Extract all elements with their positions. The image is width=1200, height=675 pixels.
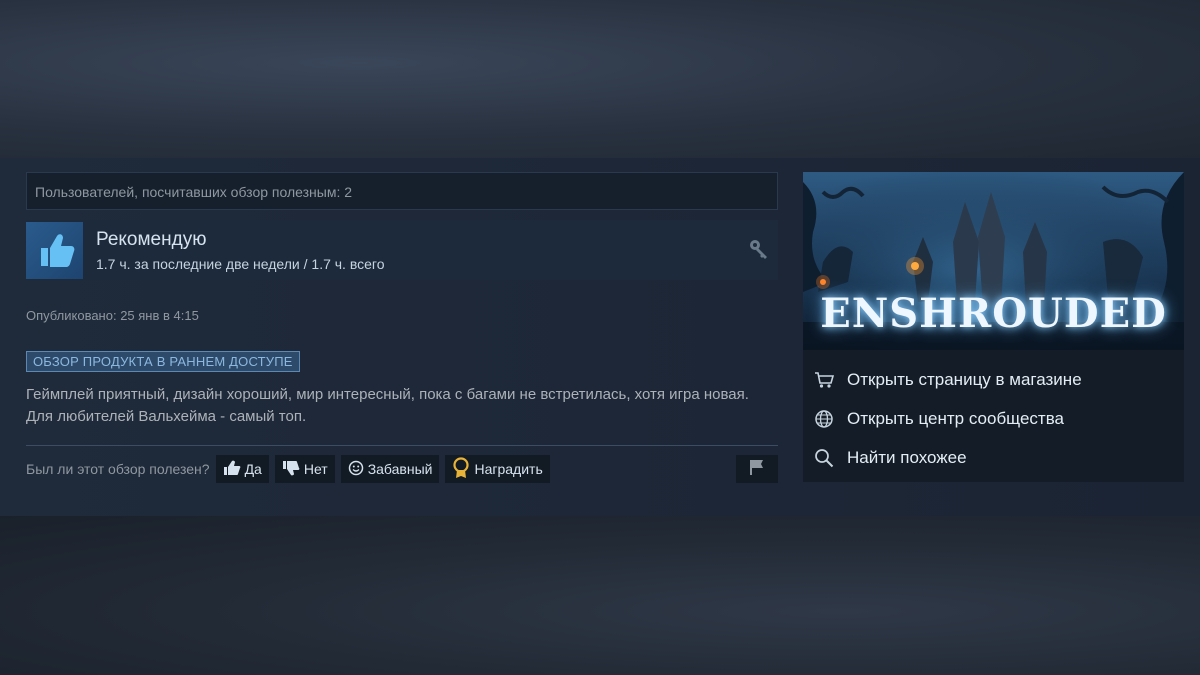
find-similar-label: Найти похожее xyxy=(847,447,967,467)
vote-row: Был ли этот обзор полезен? Да Нет Забавн… xyxy=(26,455,778,483)
playtime-hours: 1.7 ч. за последние две недели / 1.7 ч. … xyxy=(96,255,385,272)
background-top xyxy=(0,0,1200,158)
open-store-page-label: Открыть страницу в магазине xyxy=(847,369,1082,389)
helpful-count-text: Пользователей, посчитавших обзор полезны… xyxy=(35,184,353,200)
find-similar-link[interactable]: Найти похожее xyxy=(803,438,1184,477)
award-label: Наградить xyxy=(474,461,543,477)
vote-no-button[interactable]: Нет xyxy=(274,455,335,483)
recommendation-text: Рекомендую 1.7 ч. за последние две недел… xyxy=(96,229,385,272)
globe-icon xyxy=(813,408,835,430)
vote-question: Был ли этот обзор полезен? xyxy=(26,461,210,477)
search-icon xyxy=(813,447,835,469)
open-store-page-link[interactable]: Открыть страницу в магазине xyxy=(803,360,1184,399)
smiley-icon xyxy=(348,460,364,479)
recommendation-box: Рекомендую 1.7 ч. за последние две недел… xyxy=(26,220,778,280)
helpful-count-bar: Пользователей, посчитавших обзор полезны… xyxy=(26,172,778,210)
thumbs-up-icon[interactable] xyxy=(26,221,83,279)
game-links: Открыть страницу в магазине Открыть цент… xyxy=(803,350,1184,477)
vote-yes-label: Да xyxy=(244,461,262,477)
vote-no-label: Нет xyxy=(303,461,328,477)
vote-funny-button[interactable]: Забавный xyxy=(340,455,440,483)
open-community-hub-label: Открыть центр сообщества xyxy=(847,408,1065,428)
review-column: Пользователей, посчитавших обзор полезны… xyxy=(26,172,778,483)
game-panel: ENSHROUDED Открыть страницу в магазине О… xyxy=(803,172,1184,482)
thumbs-down-icon xyxy=(282,460,300,479)
posted-date: Опубликовано: 25 янв в 4:15 xyxy=(26,308,199,323)
background-bottom xyxy=(0,516,1200,675)
early-access-badge: ОБЗОР ПРОДУКТА В РАННЕМ ДОСТУПЕ xyxy=(26,351,300,372)
cart-icon xyxy=(813,369,835,391)
open-community-hub-link[interactable]: Открыть центр сообщества xyxy=(803,399,1184,438)
game-cover-image[interactable]: ENSHROUDED xyxy=(803,172,1184,350)
vote-yes-button[interactable]: Да xyxy=(215,455,269,483)
vote-funny-label: Забавный xyxy=(367,461,433,477)
report-flag-button[interactable] xyxy=(736,455,778,483)
divider xyxy=(26,445,778,446)
game-logo-title: ENSHROUDED xyxy=(820,290,1167,337)
key-icon xyxy=(748,238,770,265)
award-icon xyxy=(452,456,470,482)
flag-icon xyxy=(748,458,766,481)
award-button[interactable]: Наградить xyxy=(445,455,550,483)
review-body: Геймплей приятный, дизайн хороший, мир и… xyxy=(26,386,749,425)
thumbs-up-small-icon xyxy=(223,460,241,479)
recommendation-title[interactable]: Рекомендую xyxy=(96,229,385,251)
